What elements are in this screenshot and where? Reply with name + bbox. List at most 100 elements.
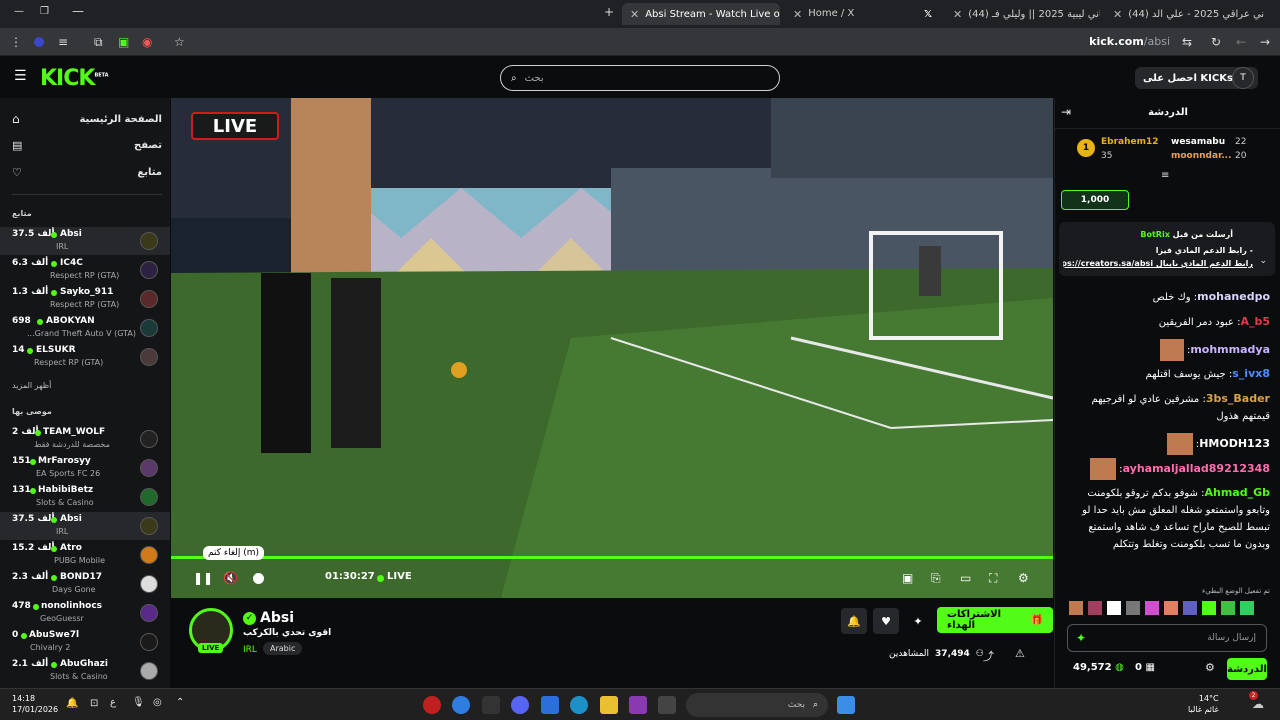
channel-item[interactable]: 37.5 ألف Absi IRL <box>0 512 170 540</box>
extension-icon[interactable] <box>34 37 44 47</box>
search-input[interactable]: ⌕ بحث <box>500 65 780 91</box>
minimize-icon[interactable]: — <box>14 6 24 17</box>
close-tab-icon[interactable]: ✕ <box>1113 8 1122 21</box>
bookmark-star-icon[interactable]: ☆ <box>174 35 185 49</box>
back-icon[interactable]: → <box>1260 35 1270 49</box>
close-tab-icon[interactable]: ✕ <box>630 8 639 21</box>
emote-icon[interactable] <box>1240 601 1254 615</box>
report-icon[interactable]: ⚠ <box>1015 647 1025 660</box>
close-window-icon[interactable]: — <box>72 4 84 18</box>
chrome-icon[interactable] <box>452 696 470 714</box>
channel-item[interactable]: 1.3 ألف Sayko_911 Respect RP (GTA) <box>0 285 170 313</box>
terminal-icon[interactable] <box>482 696 500 714</box>
network-icon[interactable]: ◎ <box>153 697 162 708</box>
extension-icon[interactable]: ◉ <box>142 35 152 49</box>
taskbar-search[interactable]: بحث ⌕ <box>686 693 828 717</box>
extensions-puzzle-icon[interactable]: ⧉ <box>94 35 103 50</box>
pause-icon[interactable]: ❚❚ <box>193 571 213 585</box>
pip-icon[interactable]: ▣ <box>902 571 913 585</box>
widgets-icon[interactable]: ⊡ <box>90 698 98 709</box>
channel-item[interactable]: 698 ABOKYAN Grand Theft Auto V (GTA)... <box>0 314 170 342</box>
tray-chevron-up-icon[interactable]: ⌃ <box>176 697 184 708</box>
site-settings-icon[interactable]: ⇆ <box>1182 35 1192 49</box>
chat-username[interactable]: mohanedpo <box>1197 290 1270 303</box>
video-player[interactable]: LIVE إلغاء كتم (m) ❚❚ 🔇 01:30:27 LIVE ▣ … <box>171 98 1053 598</box>
url-field[interactable]: kick.com/absi <box>1089 35 1170 48</box>
channel-item[interactable]: 14 ELSUKR Respect RP (GTA) <box>0 343 170 371</box>
channel-item[interactable]: 0 AbuSwe7l Chivalry 2 <box>0 628 170 656</box>
chat-send-button[interactable]: الدردشة <box>1227 658 1267 680</box>
chevron-down-icon[interactable]: ⌄ <box>1259 256 1267 266</box>
restore-icon[interactable]: ❐ <box>40 6 49 17</box>
sidebar-item-following[interactable]: ♡ متابع <box>12 166 162 179</box>
reload-icon[interactable]: ↻ <box>1211 35 1221 49</box>
clip-icon[interactable]: ⎘ <box>931 571 941 586</box>
tab-x-home[interactable]: ✕ Home / X 𝕏 <box>785 3 940 25</box>
kicks-button[interactable]: ✦ <box>905 608 931 634</box>
emote-icon[interactable] <box>1088 601 1102 615</box>
store-icon[interactable] <box>541 696 559 714</box>
gift-counter[interactable]: 0 ▦ <box>1135 662 1155 673</box>
kicks-goal[interactable]: 1,000 <box>1061 190 1129 210</box>
notifications-icon[interactable]: 🔔 <box>66 698 78 709</box>
clock[interactable]: 14:18 17/01/2026 <box>12 693 58 715</box>
chat-username[interactable]: ayhamaljallad89212348 <box>1123 462 1270 475</box>
chat-username[interactable]: mohmmadya <box>1190 343 1270 356</box>
emote-icon[interactable] <box>1183 601 1197 615</box>
volume-slider-handle[interactable] <box>253 573 264 584</box>
app-icon[interactable] <box>658 696 676 714</box>
emote-icon[interactable] <box>1221 601 1235 615</box>
chat-input[interactable]: ✦ إرسال رسالة <box>1067 624 1267 652</box>
extension-icon[interactable]: ▣ <box>118 35 129 49</box>
fullscreen-icon[interactable]: ⛶ <box>989 571 997 586</box>
extension-icon[interactable]: ≡ <box>58 35 68 49</box>
emote-icon[interactable] <box>1069 601 1083 615</box>
emote-icon[interactable] <box>1126 601 1140 615</box>
leaderboard-name[interactable]: Ebrahem12 <box>1101 137 1159 147</box>
emote-icon[interactable] <box>1164 601 1178 615</box>
channel-item[interactable]: 478 nonolinhocs GeoGuessr <box>0 599 170 627</box>
volume-muted-icon[interactable]: 🔇 <box>223 571 238 585</box>
chat-settings-gear-icon[interactable]: ⚙ <box>1205 661 1215 674</box>
language-indicator[interactable]: ع <box>110 697 116 708</box>
channel-points[interactable]: 49,572 ◍ <box>1073 662 1124 673</box>
menu-dots-icon[interactable]: ⋮ <box>10 35 22 49</box>
sidebar-item-browse[interactable]: ▤ تصفح <box>12 139 162 152</box>
live-indicator[interactable]: LIVE <box>387 571 412 582</box>
forward-icon[interactable]: ← <box>1236 35 1246 49</box>
new-tab-icon[interactable]: + <box>604 5 614 19</box>
emote-icon[interactable] <box>1202 601 1216 615</box>
emote-icon[interactable] <box>1107 601 1121 615</box>
chat-username[interactable]: s_ivx8 <box>1232 367 1270 380</box>
stream-category[interactable]: IRL <box>243 645 257 655</box>
channel-item[interactable]: 151 MrFarosyy EA Sports FC 26 <box>0 454 170 482</box>
show-more-link[interactable]: أظهر المزيد <box>12 381 51 390</box>
user-avatar[interactable]: T <box>1232 67 1254 89</box>
chat-username[interactable]: A_b5 <box>1240 315 1270 328</box>
close-tab-icon[interactable]: ✕ <box>793 8 802 21</box>
discord-icon[interactable] <box>511 696 529 714</box>
stream-tag[interactable]: Arabic <box>263 642 303 655</box>
chat-username[interactable]: 3bs_Bader <box>1206 392 1270 405</box>
weather-widget[interactable]: 14°C غائم غالبا <box>1188 693 1219 715</box>
notification-bell-button[interactable]: 🔔 <box>841 608 867 634</box>
channel-item[interactable]: 2.1 ألف AbuGhazi Slots & Casino <box>0 657 170 685</box>
tab-libyan-songs[interactable]: ✕ (44) اغاني ليبية 2025 || وليلي فـ... <box>945 3 1100 25</box>
theater-mode-icon[interactable]: ▭ <box>960 571 971 585</box>
pinned-link[interactable]: رابط الدعم المادي بايبال https://creator… <box>1063 259 1253 268</box>
chat-username[interactable]: HMODH123 <box>1199 437 1270 450</box>
leaderboard-name[interactable]: wesamabu <box>1171 137 1225 147</box>
expand-leaderboard-icon[interactable]: ≡ <box>1161 170 1169 181</box>
edge-icon[interactable] <box>570 696 588 714</box>
app-icon[interactable] <box>423 696 441 714</box>
channel-item[interactable]: 37.5 ألف Absi IRL <box>0 227 170 255</box>
share-icon[interactable]: ⤴ <box>983 648 994 664</box>
gift-subs-button[interactable]: الاشتراكات الهداء 🎁 <box>937 607 1053 633</box>
close-tab-icon[interactable]: ✕ <box>953 8 962 21</box>
streamer-name[interactable]: ✓ Absi <box>243 610 294 626</box>
settings-gear-icon[interactable]: ⚙ <box>1018 571 1029 585</box>
tab-iraqi-songs[interactable]: ✕ (44) اغاني عراقي 2025 - علي الد... <box>1105 3 1265 25</box>
emote-icon[interactable] <box>1145 601 1159 615</box>
kick-logo[interactable]: KICKBETA <box>40 66 109 91</box>
sidebar-item-home[interactable]: ⌂ الصفحة الرئيسية <box>12 112 162 126</box>
